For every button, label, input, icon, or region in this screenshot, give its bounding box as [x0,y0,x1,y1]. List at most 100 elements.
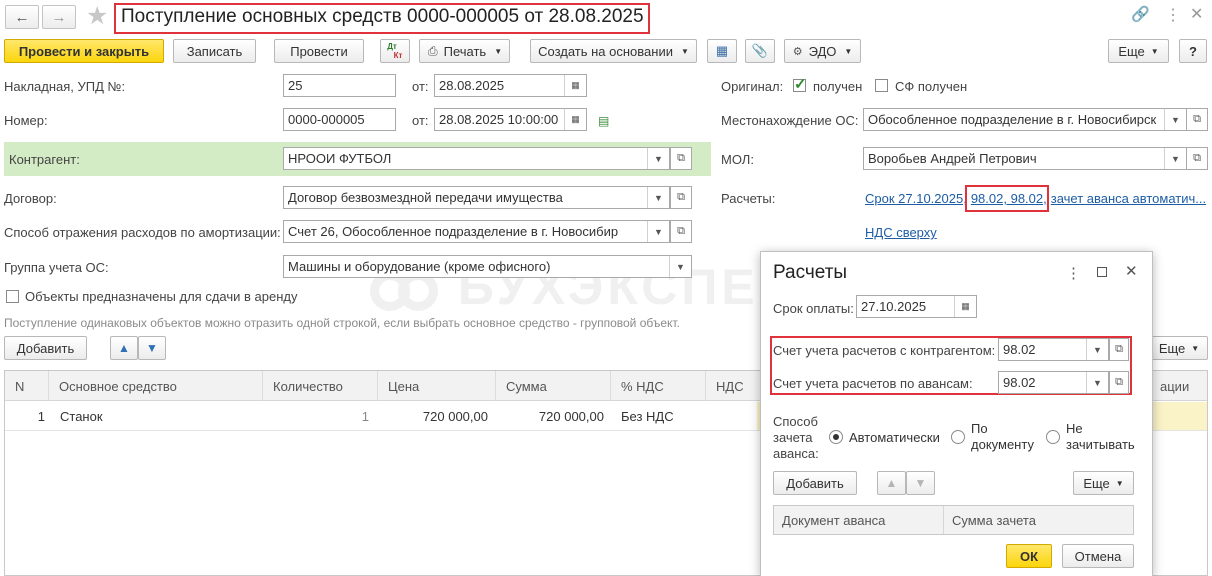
col-vat[interactable]: НДС [706,371,766,401]
calendar-icon[interactable]: ▦ [564,109,586,130]
advance-account-label: Счет учета расчетов по авансам: [773,376,973,391]
printer-icon: ⎙ [428,43,438,58]
checkmark-icon: ✓ [794,76,807,93]
rent-checkbox[interactable] [6,290,19,303]
nav-forward-button[interactable]: → [42,5,76,29]
location-field[interactable]: Обособленное подразделение в г. Новосиби… [863,108,1187,131]
radio-by-document-label: По документу [971,421,1034,452]
more-button[interactable]: Еще ▼ [1108,39,1169,63]
number-field[interactable]: 0000-000005 [283,108,396,131]
dialog-move-up-button[interactable]: ▲ [877,471,906,495]
amortization-field[interactable]: Счет 26, Обособленное подразделение в г.… [283,220,670,243]
dialog-more-button[interactable]: Еще ▼ [1073,471,1134,495]
radio-by-document[interactable] [951,430,965,444]
move-up-button[interactable]: ▲ [110,336,138,360]
structure-icon: ▦ [715,43,729,58]
open-icon[interactable]: ⧉ [670,220,692,243]
invoice-number-field[interactable]: 25 [283,74,396,97]
col-extra[interactable]: ации [1150,371,1207,401]
chevron-down-icon[interactable]: ▼ [1086,339,1108,360]
open-icon[interactable]: ⧉ [1109,338,1129,361]
maximize-icon[interactable] [1097,267,1107,277]
chevron-down-icon[interactable]: ▼ [1164,109,1186,130]
advance-account-field[interactable]: 98.02 ▼ [998,371,1109,394]
dialog-move-down-button[interactable]: ▼ [906,471,935,495]
close-icon[interactable]: ✕ [1125,262,1138,280]
contract-field[interactable]: Договор безвозмездной передачи имущества… [283,186,670,209]
contractor-account-field[interactable]: 98.02 ▼ [998,338,1109,361]
counterparty-field[interactable]: НРООИ ФУТБОЛ ▼ [283,147,670,170]
advance-table: Документ аванса Сумма зачета [773,505,1134,535]
open-icon[interactable]: ⧉ [670,147,692,170]
cell-n: 1 [37,408,45,424]
edo-button[interactable]: ⚙ ЭДО ▼ [784,39,861,63]
arrow-up-icon: ▲ [885,476,898,490]
favorite-star-icon[interactable]: ★ [86,2,108,30]
create-based-on-button[interactable]: Создать на основании ▼ [530,39,697,63]
settlements-label: Расчеты: [721,191,776,206]
col-sum[interactable]: Сумма [496,371,611,401]
asset-group-field[interactable]: Машины и оборудование (кроме офисного) ▼ [283,255,692,278]
paperclip-icon: 📎 [751,43,769,58]
dt-kt-button[interactable]: Дт Кт [380,39,410,63]
chevron-down-icon[interactable]: ▼ [1086,372,1108,393]
table-more-button[interactable]: Еще ▼ [1150,336,1208,360]
invoice-date-field[interactable]: 28.08.2025 ▦ [434,74,587,97]
add-row-button[interactable]: Добавить [4,336,87,360]
more-menu-icon[interactable]: ⋮ [1165,5,1181,25]
settlements-link[interactable]: Срок 27.10.2025, 98.02, 98.02, зачет ава… [865,191,1206,206]
open-icon[interactable]: ⧉ [1109,371,1129,394]
chevron-down-icon[interactable]: ▼ [647,187,669,208]
print-button[interactable]: ⎙ Печать ▼ [419,39,510,63]
dialog-add-button[interactable]: Добавить [773,471,857,495]
radio-auto[interactable] [829,430,843,444]
calendar-icon[interactable]: ▦ [564,75,586,96]
col-asset[interactable]: Основное средство [49,371,263,401]
col-advance-doc[interactable]: Документ аванса [782,513,885,528]
close-icon[interactable]: ✕ [1190,4,1203,24]
settlements-dialog: Расчеты ⋮ ✕ Срок оплаты: 27.10.2025 ▦ Сч… [760,251,1153,576]
chevron-down-icon[interactable]: ▼ [669,256,691,277]
radio-no-offset-label: Не зачитывать [1066,421,1135,452]
col-n[interactable]: N [5,371,49,401]
contract-label: Договор: [4,191,57,206]
original-received-checkbox[interactable]: ✓ [793,76,807,93]
more-menu-icon[interactable]: ⋮ [1066,264,1081,282]
offset-method-label: Способ зачета аванса: [773,414,819,461]
col-offset-sum[interactable]: Сумма зачета [952,513,1036,528]
open-icon[interactable]: ⧉ [670,186,692,209]
calendar-icon[interactable]: ▦ [954,296,976,317]
open-icon[interactable]: ⧉ [1186,147,1208,170]
mol-field[interactable]: Воробьев Андрей Петрович ▼ [863,147,1187,170]
cell-vat-rate: Без НДС [621,408,674,424]
chevron-down-icon[interactable]: ▼ [1164,148,1186,169]
post-and-close-button[interactable]: Провести и закрыть [4,39,164,63]
mol-label: МОЛ: [721,152,754,167]
col-vat-rate[interactable]: % НДС [611,371,706,401]
attach-button[interactable]: 📎 [745,39,775,63]
edit-note-icon[interactable]: ▤ [598,114,609,128]
kt-icon: Кт [393,51,403,60]
col-qty[interactable]: Количество [263,371,378,401]
chevron-down-icon[interactable]: ▼ [647,221,669,242]
chevron-down-icon: ▼ [680,46,689,56]
number-date-field[interactable]: 28.08.2025 10:00:00 ▦ [434,108,587,131]
help-button[interactable]: ? [1179,39,1207,63]
structure-button[interactable]: ▦ [707,39,737,63]
radio-no-offset[interactable] [1046,430,1060,444]
post-button[interactable]: Провести [274,39,364,63]
cancel-button[interactable]: Отмена [1062,544,1134,568]
arrow-down-icon: ▼ [914,476,927,490]
link-icon[interactable]: 🔗 [1131,5,1150,23]
sf-received-checkbox[interactable] [875,79,888,92]
ok-button[interactable]: ОК [1006,544,1052,568]
move-down-button[interactable]: ▼ [138,336,166,360]
due-date-field[interactable]: 27.10.2025 ▦ [856,295,977,318]
open-icon[interactable]: ⧉ [1186,108,1208,131]
vat-on-top-link[interactable]: НДС сверху [865,225,937,240]
nav-back-button[interactable]: ← [5,5,39,29]
chevron-down-icon: ▼ [1191,343,1200,353]
chevron-down-icon[interactable]: ▼ [647,148,669,169]
save-button[interactable]: Записать [173,39,256,63]
col-price[interactable]: Цена [378,371,496,401]
